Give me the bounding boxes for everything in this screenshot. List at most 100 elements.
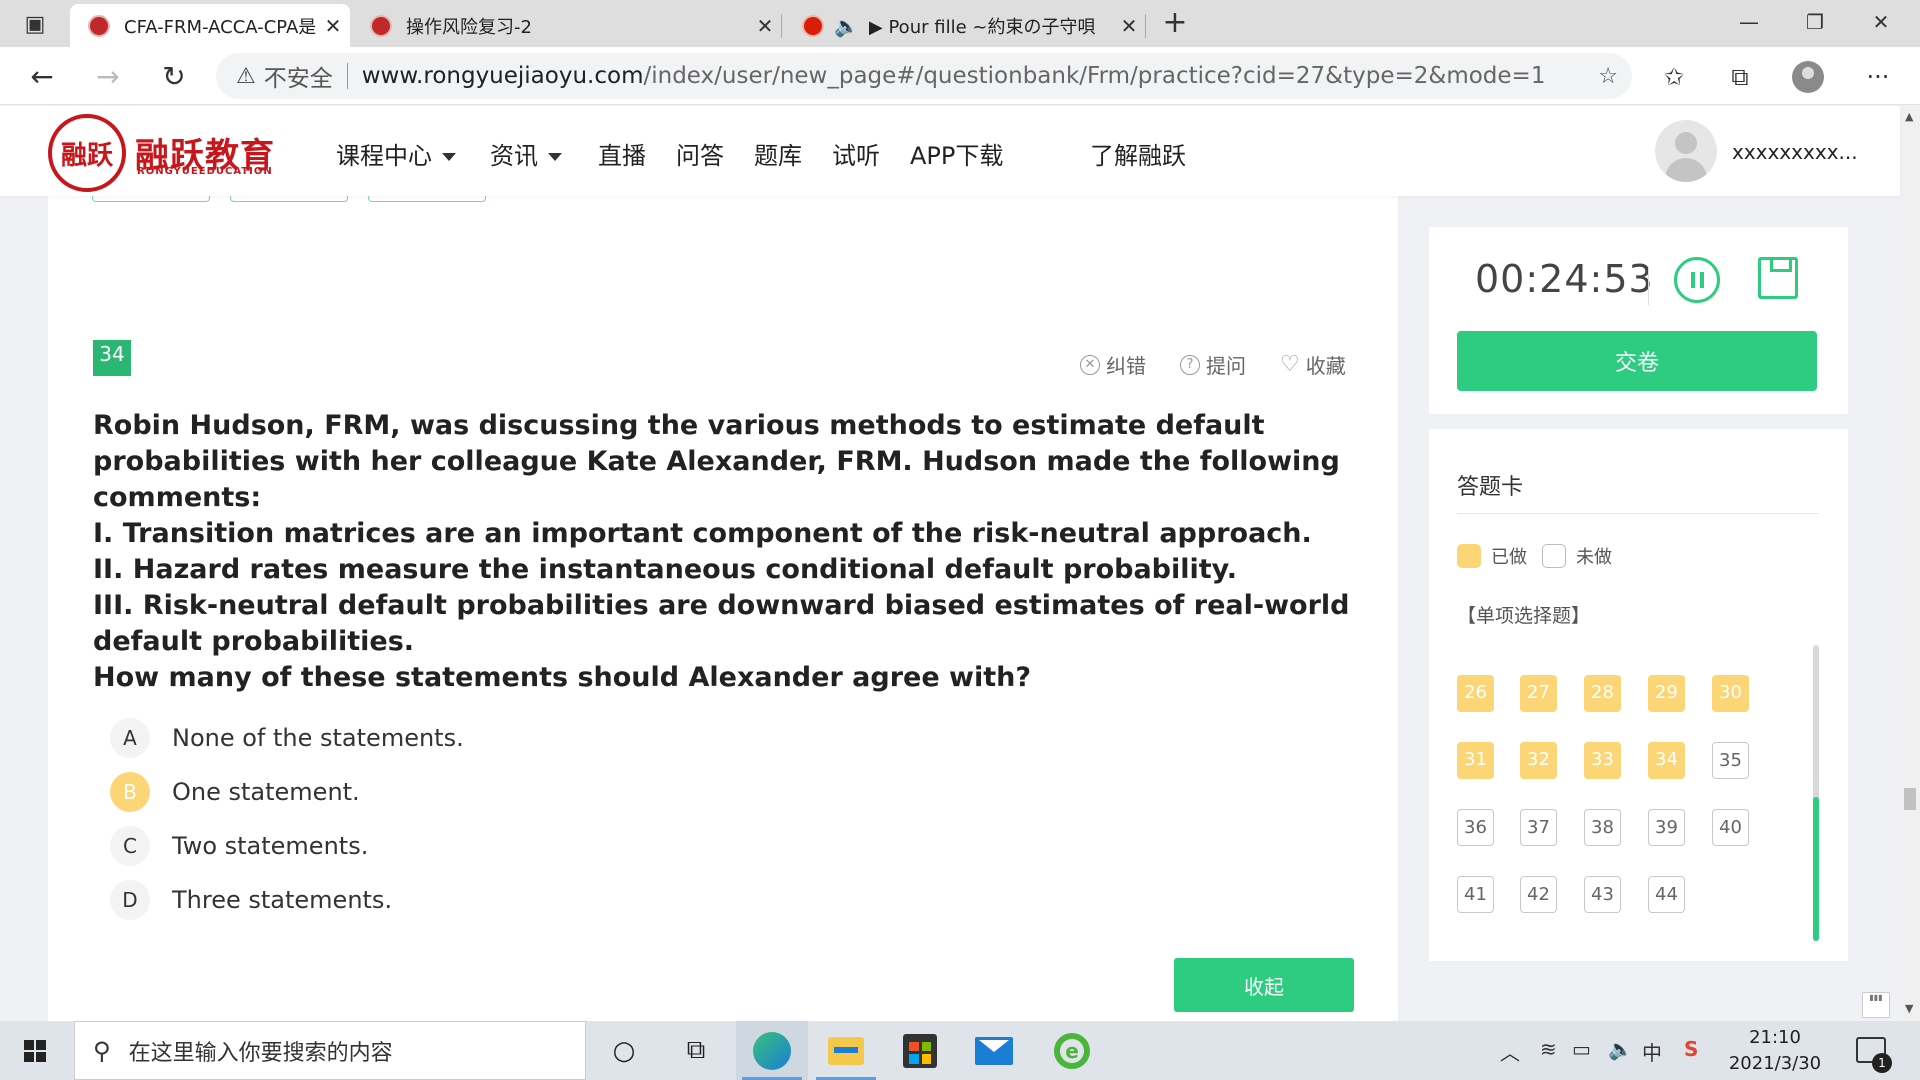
add-favorite-icon[interactable]: ☆	[1598, 64, 1618, 89]
tab-close-icon[interactable]: ✕	[316, 14, 350, 38]
browser-tab-bar: ▣ CFA-FRM-ACCA-CPA是什么，注册 ✕ 操作风险复习-2 ✕ 🔈 …	[0, 0, 1920, 47]
question-cell[interactable]: 30	[1712, 675, 1749, 712]
clock-date: 2021/3/30	[1728, 1053, 1822, 1074]
nav-trial[interactable]: 试听	[832, 136, 880, 171]
scroll-down-icon[interactable]: ▼	[1905, 1002, 1913, 1015]
store-icon[interactable]	[884, 1021, 956, 1080]
tab-close-icon[interactable]: ✕	[748, 14, 782, 38]
url-path[interactable]: /index/user/new_page#/questionbank/Frm/p…	[643, 63, 1545, 89]
question-cell[interactable]: 26	[1457, 675, 1494, 712]
edge-taskbar-icon[interactable]	[736, 1021, 808, 1080]
question-cell[interactable]: 33	[1584, 742, 1621, 779]
taskbar-search-placeholder[interactable]: 在这里输入你要搜索的内容	[129, 1035, 393, 1067]
new-tab-icon[interactable]: +	[1158, 8, 1192, 40]
minimize-icon[interactable]: —	[1716, 0, 1782, 44]
task-view-icon[interactable]: ⧉	[660, 1021, 732, 1080]
back-arrow-icon[interactable]: ←	[22, 57, 62, 95]
question-cell[interactable]: 32	[1520, 742, 1557, 779]
collections-icon[interactable]: ⧉	[1720, 59, 1760, 95]
question-cell[interactable]: 40	[1712, 809, 1749, 846]
tab-title: 操作风险复习-2	[406, 16, 532, 38]
volume-icon[interactable]: 🔈	[1608, 1037, 1633, 1061]
question-cell[interactable]: 41	[1457, 876, 1494, 913]
file-explorer-icon[interactable]	[810, 1021, 882, 1080]
user-name[interactable]: xxxxxxxxx...	[1732, 140, 1858, 164]
option-text: One statement.	[172, 778, 360, 806]
question-cell[interactable]: 37	[1520, 809, 1557, 846]
chevron-down-icon	[442, 153, 456, 161]
page-scrollbar[interactable]: ▲ ▼	[1900, 106, 1920, 1021]
scroll-up-icon[interactable]: ▲	[1905, 110, 1913, 123]
question-cell[interactable]: 44	[1648, 876, 1685, 913]
ime-indicator[interactable]: 中	[1642, 1037, 1662, 1066]
windows-taskbar: ⚲ 在这里输入你要搜索的内容 ○ ⧉ e ︿ ≋ ▭ 🔈 中 S 21:10 2…	[0, 1021, 1920, 1080]
option-a[interactable]: A None of the statements.	[110, 718, 464, 758]
wifi-icon[interactable]: ≋	[1540, 1037, 1557, 1061]
collapse-button[interactable]: 收起	[1174, 958, 1354, 1012]
taskbar-clock[interactable]: 21:10 2021/3/30	[1720, 1025, 1830, 1077]
favorite-button[interactable]: ♡ 收藏	[1280, 350, 1346, 379]
submit-exam-button[interactable]: 交卷	[1457, 331, 1817, 391]
report-error-button[interactable]: ✕ 纠错	[1080, 350, 1146, 379]
reload-icon[interactable]: ↻	[154, 57, 194, 95]
question-cell[interactable]: 29	[1648, 675, 1685, 712]
nav-about[interactable]: 了解融跃	[1090, 136, 1186, 171]
nav-live[interactable]: 直播	[598, 136, 646, 171]
warning-icon[interactable]: ⚠	[236, 64, 256, 89]
windows-start-icon[interactable]	[24, 1040, 46, 1062]
ask-question-button[interactable]: ? 提问	[1180, 350, 1246, 379]
nav-news[interactable]: 资讯	[490, 136, 562, 171]
taskbar-search[interactable]: ⚲ 在这里输入你要搜索的内容	[74, 1021, 586, 1080]
question-cell[interactable]: 38	[1584, 809, 1621, 846]
browser-tab-1[interactable]: CFA-FRM-ACCA-CPA是什么，注册 ✕	[70, 4, 350, 47]
answer-card-scroll-thumb[interactable]	[1813, 797, 1819, 941]
restore-icon[interactable]: ❐	[1782, 0, 1848, 44]
profile-avatar[interactable]	[1792, 61, 1824, 93]
sogou-input-icon[interactable]: S	[1684, 1037, 1698, 1061]
question-cell[interactable]: 34	[1648, 742, 1685, 779]
insecure-label[interactable]: 不安全	[264, 59, 333, 93]
ie-browser-icon[interactable]: e	[1036, 1021, 1108, 1080]
question-cell[interactable]: 39	[1648, 809, 1685, 846]
cortana-icon[interactable]: ○	[588, 1021, 660, 1080]
browser-tab-3[interactable]: 🔈 ▶ Pour fille ~約束の子守唄 ✕	[786, 4, 1146, 47]
question-cell[interactable]: 43	[1584, 876, 1621, 913]
heart-icon: ♡	[1280, 352, 1300, 377]
tab-separator	[781, 14, 782, 38]
question-cell[interactable]: 36	[1457, 809, 1494, 846]
nav-qa[interactable]: 问答	[676, 136, 724, 171]
browser-tab-2[interactable]: 操作风险复习-2 ✕	[352, 4, 782, 47]
question-cell[interactable]: 28	[1584, 675, 1621, 712]
address-bar[interactable]: ⚠ 不安全 www.rongyuejiaoyu.com/index/user/n…	[216, 53, 1632, 99]
chart-widget-icon[interactable]: ▮▮▮	[1862, 992, 1890, 1018]
chevron-up-icon[interactable]: ︿	[1500, 1037, 1520, 1066]
tab-close-icon[interactable]: ✕	[1112, 14, 1146, 38]
mail-icon[interactable]	[958, 1021, 1030, 1080]
option-d[interactable]: D Three statements.	[110, 880, 392, 920]
tab-title: CFA-FRM-ACCA-CPA是什么，注册	[124, 16, 316, 38]
favorites-icon[interactable]: ✩	[1654, 59, 1694, 95]
speaker-icon[interactable]: 🔈	[834, 14, 859, 38]
save-icon[interactable]	[1758, 257, 1798, 299]
todo-swatch	[1542, 544, 1566, 568]
question-cell[interactable]: 35	[1712, 742, 1749, 779]
question-cell[interactable]: 31	[1457, 742, 1494, 779]
question-cell[interactable]: 42	[1520, 876, 1557, 913]
question-cell[interactable]: 27	[1520, 675, 1557, 712]
nav-app-download[interactable]: APP下载	[910, 136, 1003, 171]
forward-arrow-icon[interactable]: →	[88, 57, 128, 95]
nav-question-bank[interactable]: 题库	[754, 136, 802, 171]
close-window-icon[interactable]: ✕	[1848, 0, 1914, 44]
tab-actions-icon[interactable]: ▣	[14, 10, 56, 38]
nav-course-center[interactable]: 课程中心	[336, 136, 456, 171]
user-avatar[interactable]	[1655, 120, 1717, 182]
more-menu-icon[interactable]: ···	[1858, 59, 1898, 95]
option-b[interactable]: B One statement.	[110, 772, 360, 812]
pause-icon[interactable]	[1674, 257, 1720, 303]
page-scroll-thumb[interactable]	[1904, 788, 1916, 810]
url-host[interactable]: www.rongyuejiaoyu.com	[362, 63, 644, 89]
option-c[interactable]: C Two statements.	[110, 826, 368, 866]
option-text: None of the statements.	[172, 724, 464, 752]
logo-mark[interactable]: 融跃	[48, 114, 126, 192]
battery-icon[interactable]: ▭	[1572, 1037, 1591, 1061]
